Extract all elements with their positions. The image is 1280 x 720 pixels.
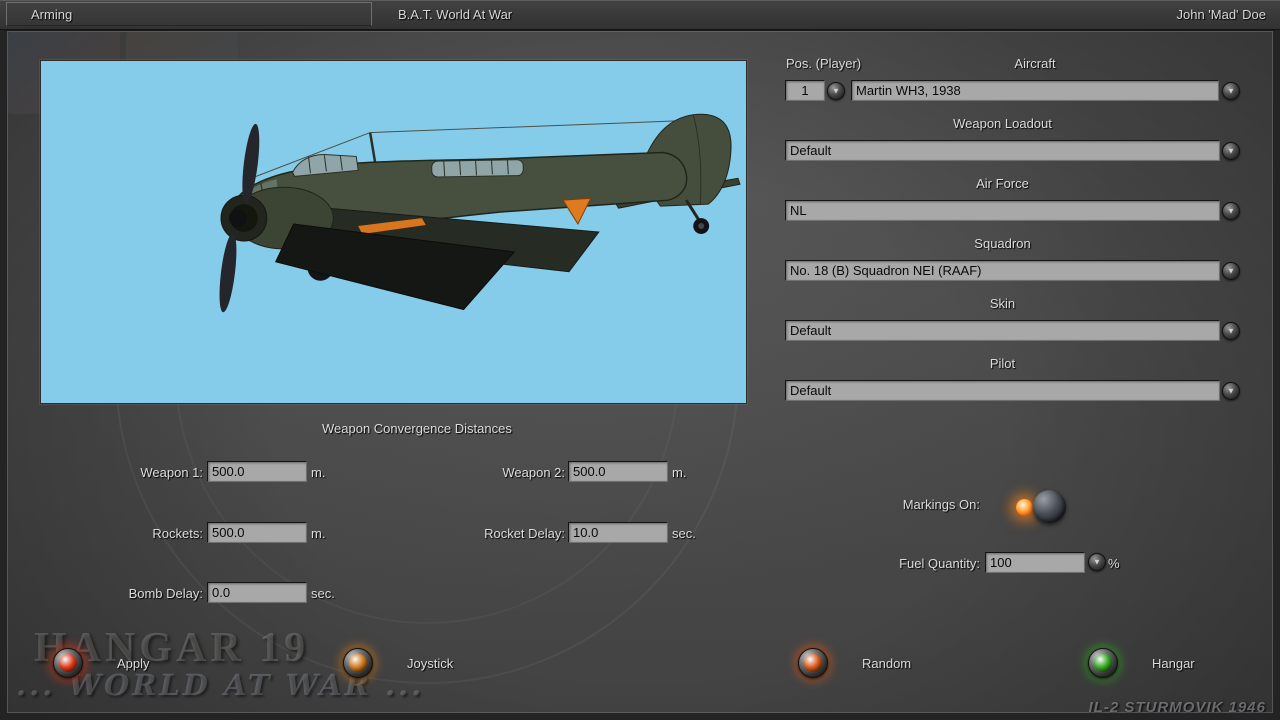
weapon1-input[interactable] — [207, 461, 307, 482]
player-name: John 'Mad' Doe — [1176, 7, 1266, 22]
weapon2-unit: m. — [672, 465, 686, 480]
rockets-label: Rockets: — [85, 526, 203, 541]
aircraft-image — [41, 61, 744, 401]
markings-indicator-light-icon — [1016, 499, 1033, 516]
aircraft-label: Aircraft — [851, 56, 1219, 71]
il2-watermark: IL-2 STURMOVIK 1946 — [1089, 699, 1266, 716]
chevron-down-icon: ▼ — [1227, 208, 1235, 216]
bomb-delay-label: Bomb Delay: — [85, 586, 203, 601]
loadout-dropdown-button[interactable]: ▼ — [1222, 142, 1240, 160]
weapon1-unit: m. — [311, 465, 325, 480]
bomb-delay-input[interactable] — [207, 582, 307, 603]
loadout-label: Weapon Loadout — [785, 116, 1220, 131]
aircraft-engine — [216, 123, 333, 313]
random-button[interactable]: Random — [798, 648, 911, 678]
bomb-delay-unit: sec. — [311, 586, 335, 601]
aircraft-preview-panel — [40, 60, 747, 404]
pos-label: Pos. (Player) — [786, 56, 861, 71]
chevron-down-icon: ▼ — [1227, 268, 1235, 276]
rocket-delay-input[interactable] — [568, 522, 668, 543]
skin-label: Skin — [785, 296, 1220, 311]
airforce-input[interactable] — [785, 200, 1220, 221]
apply-indicator-light-icon — [53, 648, 83, 678]
fuel-unit: % — [1108, 556, 1120, 571]
apply-button[interactable]: Apply — [53, 648, 150, 678]
chevron-down-icon: ▼ — [1093, 559, 1101, 567]
joystick-indicator-light-icon — [343, 648, 373, 678]
joystick-label: Joystick — [407, 656, 453, 671]
weapon2-input[interactable] — [568, 461, 668, 482]
chevron-down-icon: ▼ — [1227, 88, 1235, 96]
random-indicator-light-icon — [798, 648, 828, 678]
fuel-input[interactable] — [985, 552, 1085, 573]
aircraft-input[interactable] — [851, 80, 1219, 101]
pos-dropdown-button[interactable]: ▼ — [827, 82, 845, 100]
squadron-label: Squadron — [785, 236, 1220, 251]
chevron-down-icon: ▼ — [1227, 328, 1235, 336]
apply-label: Apply — [117, 656, 150, 671]
markings-label: Markings On: — [830, 497, 980, 512]
rocket-delay-label: Rocket Delay: — [445, 526, 565, 541]
markings-toggle[interactable] — [1008, 486, 1080, 528]
chevron-down-icon: ▼ — [1227, 148, 1235, 156]
fuel-dropdown-button[interactable]: ▼ — [1088, 553, 1106, 571]
hangar-button[interactable]: Hangar — [1088, 648, 1195, 678]
chevron-down-icon: ▼ — [832, 88, 840, 96]
tab-arming-label: Arming — [31, 7, 72, 22]
aircraft-dropdown-button[interactable]: ▼ — [1222, 82, 1240, 100]
skin-input[interactable] — [785, 320, 1220, 341]
fuel-label: Fuel Quantity: — [830, 556, 980, 571]
chevron-down-icon: ▼ — [1227, 388, 1235, 396]
pos-input[interactable] — [785, 80, 825, 101]
weapon2-label: Weapon 2: — [455, 465, 565, 480]
joystick-button[interactable]: Joystick — [343, 648, 453, 678]
titlebar: Arming B.A.T. World At War John 'Mad' Do… — [0, 0, 1280, 30]
random-label: Random — [862, 656, 911, 671]
squadron-dropdown-button[interactable]: ▼ — [1222, 262, 1240, 280]
pilot-dropdown-button[interactable]: ▼ — [1222, 382, 1240, 400]
rockets-input[interactable] — [207, 522, 307, 543]
tab-arming[interactable]: Arming — [6, 2, 372, 26]
aircraft-roundel-triangle — [563, 198, 591, 224]
rockets-unit: m. — [311, 526, 325, 541]
squadron-input[interactable] — [785, 260, 1220, 281]
hangar-label: Hangar — [1152, 656, 1195, 671]
convergence-heading: Weapon Convergence Distances — [322, 421, 512, 436]
airforce-dropdown-button[interactable]: ▼ — [1222, 202, 1240, 220]
rocket-delay-unit: sec. — [672, 526, 696, 541]
markings-knob-icon — [1033, 490, 1066, 523]
weapon1-label: Weapon 1: — [85, 465, 203, 480]
hangar-indicator-light-icon — [1088, 648, 1118, 678]
pilot-input[interactable] — [785, 380, 1220, 401]
aircraft-tailwheel — [686, 200, 709, 234]
skin-dropdown-button[interactable]: ▼ — [1222, 322, 1240, 340]
loadout-input[interactable] — [785, 140, 1220, 161]
pilot-label: Pilot — [785, 356, 1220, 371]
window-title: B.A.T. World At War — [398, 7, 512, 22]
airforce-label: Air Force — [785, 176, 1220, 191]
